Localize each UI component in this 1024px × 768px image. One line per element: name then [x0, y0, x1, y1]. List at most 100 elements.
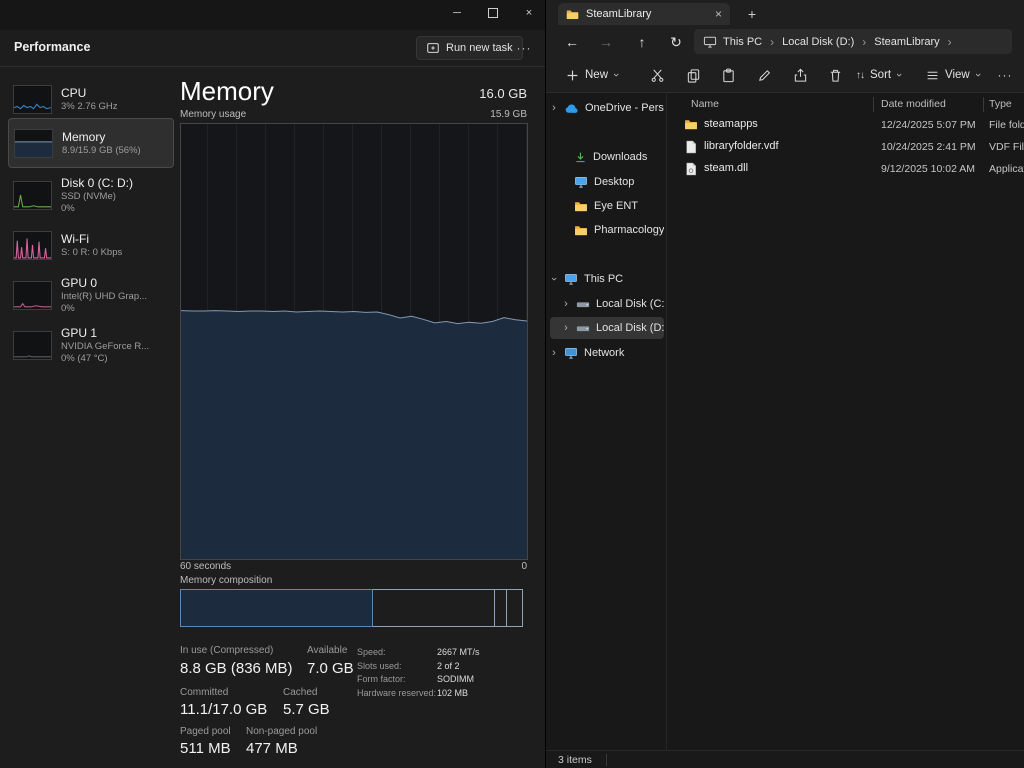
- detail-label: Hardware reserved:: [357, 688, 436, 698]
- nav-item-local-disk-d[interactable]: › Local Disk (D:): [550, 317, 664, 339]
- stat-value: 5.7 GB: [283, 701, 330, 718]
- explorer-more-icon[interactable]: ···: [990, 63, 1020, 87]
- graph-timeline-left: 60 seconds: [180, 561, 231, 572]
- nav-item-eye-ent[interactable]: Eye ENT: [550, 195, 664, 217]
- chevron-right-icon[interactable]: ›: [946, 35, 954, 49]
- close-icon[interactable]: ×: [516, 3, 542, 23]
- cut-button[interactable]: [642, 63, 672, 87]
- memory-usage-graph: [180, 123, 528, 560]
- folder-icon: [574, 225, 588, 236]
- nav-item-desktop[interactable]: Desktop: [550, 171, 664, 193]
- minimize-icon[interactable]: ─: [444, 3, 470, 23]
- nav-item-this-pc[interactable]: › This PC: [550, 268, 664, 290]
- nav-item-label: This PC: [584, 273, 623, 285]
- breadcrumb-item[interactable]: This PC: [721, 36, 764, 48]
- page-title: Performance: [14, 40, 90, 54]
- copy-button[interactable]: [678, 63, 708, 87]
- stat-label: Available: [307, 645, 347, 656]
- perf-tab-memory[interactable]: Memory 8.9/15.9 GB (56%): [8, 118, 174, 168]
- gpu1-mini-graph-icon: [13, 331, 52, 360]
- file-name: steamapps: [704, 118, 758, 130]
- explorer-tab[interactable]: SteamLibrary ×: [558, 3, 730, 25]
- tab-close-icon[interactable]: ×: [715, 7, 722, 21]
- detail-value: 2667 MT/s: [437, 647, 480, 657]
- sort-button[interactable]: ↑↓ Sort ›: [848, 63, 909, 87]
- sidebar-item-title: CPU: [61, 86, 118, 101]
- sidebar-item-title: Disk 0 (C: D:): [61, 176, 133, 191]
- paste-button[interactable]: [713, 63, 743, 87]
- plus-icon: [566, 69, 579, 82]
- run-new-task-button[interactable]: Run new task: [416, 36, 523, 60]
- sidebar-item-sub: 8.9/15.9 GB (56%): [62, 145, 141, 157]
- nav-item-onedrive[interactable]: › OneDrive - Persona: [550, 97, 664, 119]
- perf-tab-cpu[interactable]: CPU 3% 2.76 GHz: [8, 76, 174, 122]
- breadcrumb-item[interactable]: SteamLibrary: [872, 36, 941, 48]
- memory-usage-label: Memory usage: [180, 109, 246, 120]
- nav-item-downloads[interactable]: Downloads: [550, 146, 664, 168]
- sidebar-item-sub2: 0%: [61, 303, 147, 315]
- breadcrumb[interactable]: This PC › Local Disk (D:) › SteamLibrary…: [694, 29, 1012, 54]
- refresh-icon[interactable]: ↻: [664, 30, 688, 54]
- gpu0-mini-graph-icon: [13, 281, 52, 310]
- task-manager-window: ─ × Performance Run new task ···: [0, 0, 545, 768]
- stat-value: 7.0 GB: [307, 660, 354, 677]
- breadcrumb-item[interactable]: Local Disk (D:): [780, 36, 856, 48]
- chevron-collapsed-icon[interactable]: ›: [562, 322, 570, 334]
- chevron-collapsed-icon[interactable]: ›: [562, 298, 570, 310]
- nav-item-label: Local Disk (D:): [596, 322, 664, 334]
- wifi-mini-graph-icon: [13, 231, 52, 260]
- file-modified: 12/24/2025 5:07 PM: [881, 119, 976, 131]
- pane-divider[interactable]: [666, 92, 667, 750]
- nav-item-pharmacology[interactable]: Pharmacology: [550, 219, 664, 241]
- new-tab-icon[interactable]: +: [742, 4, 762, 24]
- sidebar-item-sub: Intel(R) UHD Grap...: [61, 291, 147, 303]
- desktop-icon: [574, 176, 588, 188]
- composition-segment-in-use: [180, 589, 373, 627]
- perf-tab-disk0[interactable]: Disk 0 (C: D:) SSD (NVMe) 0%: [8, 172, 174, 218]
- sidebar-item-sub: 3% 2.76 GHz: [61, 101, 118, 113]
- column-header-modified[interactable]: Date modified: [881, 98, 946, 110]
- stat-label: Paged pool: [180, 726, 231, 737]
- stat-label: Non-paged pool: [246, 726, 317, 737]
- perf-tab-wifi[interactable]: Wi-Fi S: 0 R: 0 Kbps: [8, 222, 174, 268]
- downloads-icon: [574, 151, 587, 164]
- detail-value: 2 of 2: [437, 661, 460, 671]
- back-icon[interactable]: ←: [560, 30, 584, 54]
- task-manager-more-icon[interactable]: ···: [512, 38, 536, 58]
- sidebar-item-sub: SSD (NVMe): [61, 191, 133, 203]
- composition-segment: [506, 589, 523, 627]
- file-type: VDF File: [989, 141, 1024, 153]
- file-type: File folder: [989, 119, 1024, 131]
- column-header-type[interactable]: Type: [989, 98, 1012, 110]
- perf-tab-gpu0[interactable]: GPU 0 Intel(R) UHD Grap... 0%: [8, 272, 174, 318]
- column-header-name[interactable]: Name: [691, 98, 719, 110]
- sort-arrows-icon: ↑↓: [856, 70, 864, 81]
- chevron-right-icon[interactable]: ›: [860, 35, 868, 49]
- file-name: libraryfolder.vdf: [704, 140, 779, 152]
- chevron-collapsed-icon[interactable]: ›: [550, 347, 558, 359]
- memory-usage-scale-max: 15.9 GB: [490, 109, 527, 120]
- network-icon: [564, 347, 578, 359]
- up-icon[interactable]: ↑: [630, 30, 654, 54]
- chevron-right-icon[interactable]: ›: [768, 35, 776, 49]
- detail-value: SODIMM: [437, 674, 474, 684]
- view-button[interactable]: View ›: [918, 63, 987, 87]
- column-divider[interactable]: [873, 97, 874, 112]
- folder-icon: [574, 201, 588, 212]
- forward-icon[interactable]: →: [594, 30, 618, 54]
- chevron-expanded-icon[interactable]: ›: [550, 275, 560, 283]
- delete-button[interactable]: [820, 63, 850, 87]
- memory-composition-label: Memory composition: [180, 575, 272, 586]
- maximize-icon[interactable]: [480, 3, 506, 23]
- share-button[interactable]: [785, 63, 815, 87]
- nav-item-network[interactable]: › Network: [550, 342, 664, 364]
- nav-item-local-disk-c[interactable]: › Local Disk (C:): [550, 293, 664, 315]
- stat-value: 8.8 GB (836 MB): [180, 660, 293, 677]
- stat-label: In use (Compressed): [180, 645, 273, 656]
- stat-value: 477 MB: [246, 740, 298, 757]
- chevron-collapsed-icon[interactable]: ›: [550, 102, 558, 114]
- perf-tab-gpu1[interactable]: GPU 1 NVIDIA GeForce R... 0% (47 °C): [8, 322, 174, 368]
- column-divider[interactable]: [983, 97, 984, 112]
- rename-button[interactable]: [749, 63, 779, 87]
- new-button[interactable]: New ›: [558, 63, 626, 87]
